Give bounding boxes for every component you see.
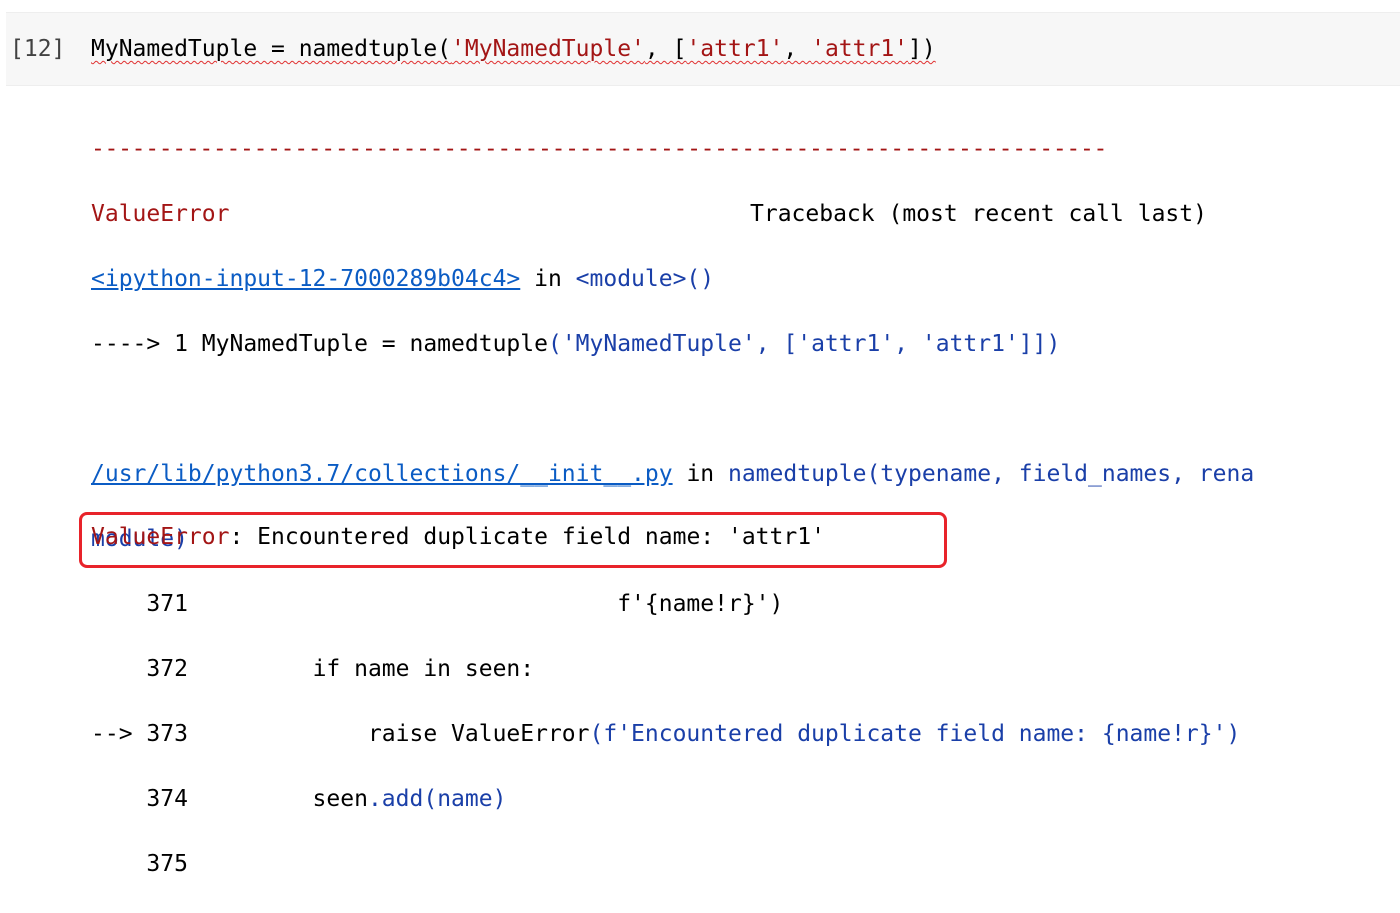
traceback-line-373: --> 373 raise ValueError(f'Encountered d… — [91, 718, 1254, 751]
traceback-line-374-number: 374 seen — [91, 785, 368, 812]
traceback-separator: ----------------------------------------… — [91, 135, 1108, 162]
code-list-open: , [ — [644, 36, 687, 62]
traceback-line-375: 375 — [91, 850, 188, 877]
traceback-header: ValueError Traceback (most recent call la… — [91, 198, 1254, 231]
traceback-frame2-location: /usr/lib/python3.7/collections/__init__.… — [91, 458, 1254, 491]
traceback-line-372-number: 372 — [91, 655, 313, 682]
traceback-frame1-link[interactable]: <ipython-input-12-7000289b04c4> — [91, 266, 520, 292]
execution-count-prompt: [12] — [10, 36, 66, 62]
traceback-frame1-module: <module>() — [575, 265, 715, 292]
code-squiggle-span: MyNamedTuple = namedtuple('MyNamedTuple'… — [91, 36, 936, 62]
traceback-blank-line — [91, 393, 1254, 426]
code-string-typename: 'MyNamedTuple' — [451, 36, 645, 62]
traceback-frame1-location: <ipython-input-12-7000289b04c4> in <modu… — [91, 263, 1254, 296]
traceback-frame1-arrow: ----> 1 MyNamedTuple = namedtuple — [91, 330, 548, 357]
code-string-attr-2: 'attr1' — [811, 36, 909, 62]
code-close: ]) — [908, 36, 936, 62]
traceback-frame1-paren: ( — [547, 330, 562, 357]
final-error-text: : Encountered duplicate field name: 'att… — [229, 524, 825, 550]
traceback-line-371: 371 f'{name!r}') — [91, 590, 784, 617]
traceback-line-372-code: if name in seen: — [312, 655, 535, 682]
code-input-line[interactable]: MyNamedTuple = namedtuple('MyNamedTuple'… — [91, 36, 936, 62]
code-comma: , — [783, 36, 812, 62]
traceback-line-374: 374 seen.add(name) — [91, 783, 1254, 816]
traceback-header-right: Traceback (most recent call last) — [750, 200, 1207, 227]
traceback-frame1-close: ]) — [1032, 330, 1061, 357]
traceback-line-372: 372 if name in seen: — [91, 653, 1254, 686]
traceback-output: ----------------------------------------… — [91, 100, 1254, 913]
traceback-line-373-arrow: --> 373 raise ValueError — [91, 720, 590, 747]
traceback-frame1-args: 'MyNamedTuple', ['attr1', 'attr1'] — [561, 330, 1033, 357]
traceback-line-374-code: .add(name) — [367, 785, 507, 812]
traceback-frame1-code: ----> 1 MyNamedTuple = namedtuple('MyNam… — [91, 328, 1254, 361]
code-assignment: MyNamedTuple = namedtuple( — [91, 36, 452, 62]
traceback-frame2-link[interactable]: /usr/lib/python3.7/collections/__init__.… — [91, 461, 673, 487]
final-error-message: ValueError: Encountered duplicate field … — [91, 524, 825, 550]
traceback-frame2-in: in — [672, 460, 728, 487]
traceback-line-373-args: (f'Encountered duplicate field name: {na… — [589, 720, 1241, 747]
code-string-attr-1: 'attr1' — [686, 36, 784, 62]
traceback-frame1-in: in — [520, 265, 576, 292]
traceback-error-type: ValueError — [91, 200, 230, 227]
final-error-type: ValueError — [91, 524, 230, 550]
traceback-frame2-func: namedtuple(typename, field_names, rena — [727, 460, 1255, 487]
